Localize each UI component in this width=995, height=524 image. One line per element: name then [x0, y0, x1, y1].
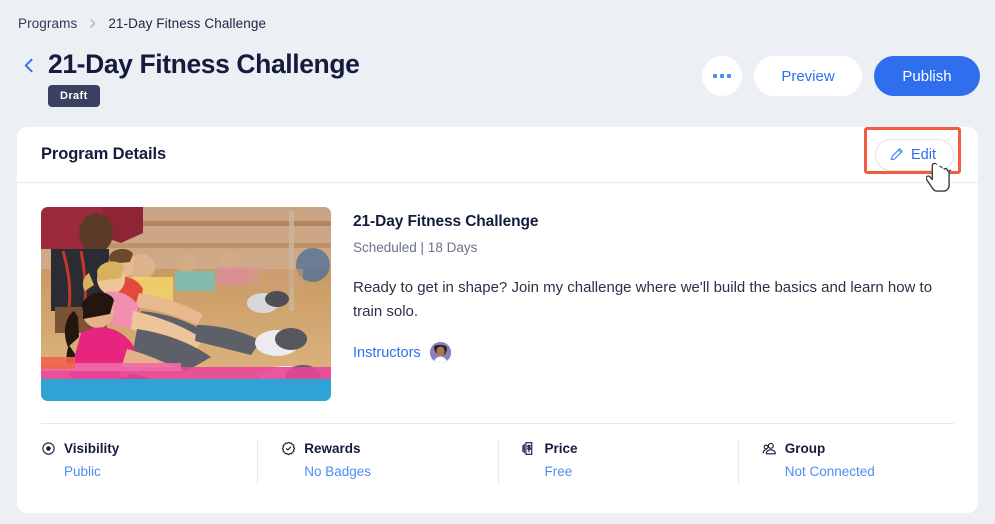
meta-label-text: Rewards: [304, 441, 361, 456]
group-fitness-class-photo: [41, 207, 331, 401]
program-meta-line: Scheduled | 18 Days: [353, 240, 478, 255]
instructor-avatar[interactable]: [429, 342, 451, 363]
meta-label-group: Group: [762, 441, 978, 456]
meta-label-text: Price: [544, 441, 578, 456]
chevron-right-icon: [86, 17, 99, 30]
program-description: Ready to get in shape? Join my challenge…: [353, 279, 933, 320]
ellipsis-icon: [727, 74, 731, 78]
meta-label-rewards: Rewards: [281, 441, 497, 456]
header-actions: Preview Publish: [702, 56, 980, 96]
preview-button[interactable]: Preview: [754, 56, 862, 96]
pencil-icon: [889, 147, 904, 162]
program-name: 21-Day Fitness Challenge: [353, 213, 539, 230]
edit-button-label: Edit: [911, 146, 936, 163]
edit-button-wrapper: Edit: [864, 126, 961, 174]
program-details: 21-Day Fitness Challenge Scheduled | 18 …: [353, 207, 954, 401]
card-header: Program Details Edit: [17, 126, 978, 183]
program-thumbnail: [41, 207, 331, 401]
breadcrumb-link-programs[interactable]: Programs: [18, 16, 77, 31]
instructors-row: Instructors: [353, 342, 954, 363]
breadcrumb: Programs 21-Day Fitness Challenge: [0, 0, 995, 34]
meta-row: Visibility Public Rewards No Badges Pric…: [17, 424, 978, 485]
meta-value-visibility[interactable]: Public: [64, 464, 257, 479]
meta-label-text: Visibility: [64, 441, 120, 456]
status-badge: Draft: [48, 85, 100, 107]
rewards-badge-icon: [281, 441, 296, 456]
group-people-icon: [762, 441, 777, 456]
page-header: 21-Day Fitness Challenge Draft Preview P…: [0, 34, 995, 120]
meta-value-price[interactable]: Free: [545, 464, 738, 479]
chevron-left-icon: [21, 57, 38, 74]
card-title: Program Details: [41, 145, 167, 163]
page-title: 21-Day Fitness Challenge: [48, 49, 360, 79]
instructors-link[interactable]: Instructors: [353, 345, 421, 361]
meta-label-price: Price: [521, 441, 738, 456]
back-button[interactable]: [16, 52, 42, 78]
meta-label-text: Group: [784, 441, 826, 456]
meta-label-visibility: Visibility: [41, 441, 257, 456]
avatar: [429, 342, 451, 363]
meta-item-price: Price Free: [497, 440, 738, 485]
breadcrumb-current: 21-Day Fitness Challenge: [108, 16, 267, 31]
ellipsis-icon: [713, 74, 717, 78]
title-block: 21-Day Fitness Challenge Draft: [48, 38, 702, 107]
meta-item-visibility: Visibility Public: [17, 441, 257, 479]
edit-button[interactable]: Edit: [875, 138, 954, 171]
program-details-card: Program Details Edit 21-Day Fitness Chal…: [17, 126, 978, 513]
publish-button[interactable]: Publish: [874, 56, 980, 96]
meta-value-rewards[interactable]: No Badges: [304, 464, 497, 479]
meta-item-rewards: Rewards No Badges: [257, 440, 497, 485]
price-tag-icon: [521, 441, 537, 456]
visibility-eye-icon: [41, 441, 56, 456]
meta-value-group[interactable]: Not Connected: [785, 464, 978, 479]
meta-item-group: Group Not Connected: [737, 440, 978, 485]
more-options-button[interactable]: [702, 56, 742, 96]
card-body: 21-Day Fitness Challenge Scheduled | 18 …: [17, 183, 978, 401]
ellipsis-icon: [720, 74, 724, 78]
